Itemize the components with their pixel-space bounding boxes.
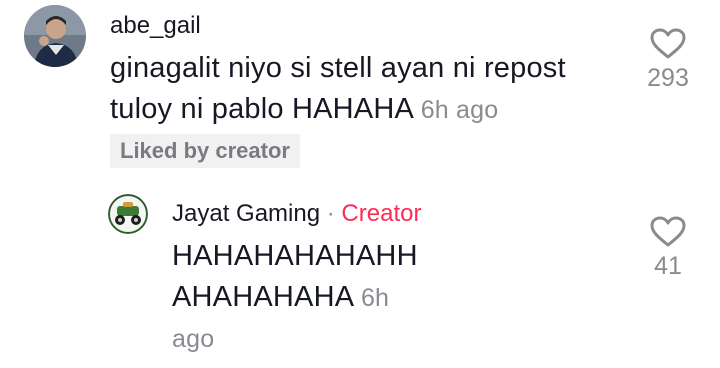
comment-text-line: tuloy ni pablo HAHAHA 6h ago	[110, 89, 650, 131]
liked-by-creator-badge: Liked by creator	[110, 134, 300, 168]
like-button[interactable]: 293	[638, 28, 698, 93]
reply-username-row: Jayat Gaming · Creator	[172, 200, 421, 228]
reply-timestamp-part: ago	[172, 325, 215, 353]
reply-text-line: AHAHAHAHA 6h	[172, 277, 492, 319]
comment-timestamp: 6h ago	[420, 96, 499, 124]
heart-outline-icon[interactable]	[650, 216, 686, 248]
heart-outline-icon[interactable]	[650, 28, 686, 60]
reply-like-button[interactable]: 41	[638, 216, 698, 281]
creator-avatar[interactable]	[108, 194, 148, 234]
comment-text-line-2: tuloy ni pablo HAHAHA	[110, 93, 413, 125]
reply-text: HAHAHAHAHAHH AHAHAHAHA 6h ago	[172, 236, 492, 360]
reply-text-line: HAHAHAHAHAHH	[172, 240, 418, 272]
creator-label: Creator	[341, 200, 422, 227]
comment-text: ginagalit niyo si stell ayan ni repost t…	[110, 48, 650, 131]
like-count: 293	[647, 64, 689, 92]
reply-like-count: 41	[654, 252, 682, 280]
reply-username[interactable]: Jayat Gaming	[172, 200, 320, 227]
user-avatar[interactable]	[24, 5, 86, 67]
reply-timestamp-part: 6h	[360, 284, 390, 312]
reply-text-line-2: AHAHAHAHA	[172, 281, 353, 313]
comment-username[interactable]: abe_gail	[110, 12, 201, 40]
comment-text-line: ginagalit niyo si stell ayan ni repost	[110, 52, 566, 84]
separator-dot: ·	[326, 200, 335, 227]
